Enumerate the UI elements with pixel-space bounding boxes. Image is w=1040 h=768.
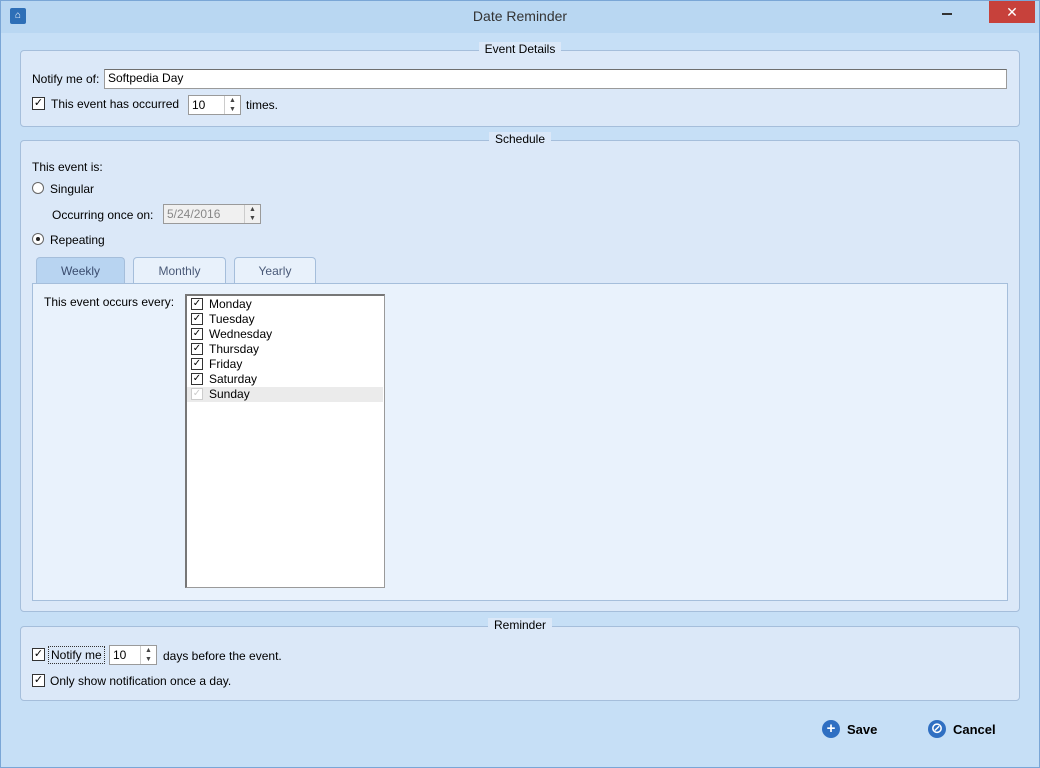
monday-label: Monday [209, 297, 252, 311]
minimize-button[interactable] [933, 1, 961, 23]
weekly-tab-panel [32, 283, 1008, 601]
tab-yearly[interactable]: Yearly [234, 257, 316, 284]
occurring-date-value: 5/24/2016 [167, 207, 221, 221]
title-bar: ⌂ Date Reminder ✕ [1, 1, 1039, 33]
notify-me-of-label: Notify me of: [32, 72, 100, 86]
notify-me-of-input[interactable]: Softpedia Day [104, 69, 1007, 89]
repeating-label: Repeating [50, 233, 105, 247]
save-label: Save [847, 721, 878, 737]
save-button[interactable]: + Save [822, 717, 877, 741]
wednesday-label: Wednesday [209, 327, 273, 341]
spin-up-icon[interactable]: ▲ [225, 96, 240, 105]
friday-checkbox[interactable] [191, 358, 203, 370]
minimize-icon [942, 13, 952, 15]
reminder-group: Reminder [20, 618, 1020, 701]
days-before-label: days before the event. [163, 649, 282, 663]
occurs-every-label: This event occurs every: [44, 295, 175, 309]
occurred-count-spinner[interactable]: 10 ▲ ▼ [188, 95, 241, 115]
thursday-label: Thursday [209, 342, 260, 356]
occurred-count-value: 10 [192, 98, 206, 112]
sunday-checkbox[interactable] [191, 388, 203, 400]
tab-weekly[interactable]: Weekly [36, 257, 125, 284]
tuesday-label: Tuesday [209, 312, 255, 326]
friday-label: Friday [209, 357, 243, 371]
date-up-icon[interactable]: ▲ [245, 205, 260, 214]
saturday-label: Saturday [209, 372, 258, 386]
repeating-radio[interactable] [32, 233, 44, 245]
days-up-icon[interactable]: ▲ [141, 646, 156, 655]
weekday-list[interactable]: Monday Tuesday Wednesday Thursday Friday… [185, 294, 385, 588]
event-occurred-checkbox[interactable] [32, 97, 45, 110]
reminder-heading: Reminder [487, 618, 553, 632]
window-title: Date Reminder [472, 8, 568, 24]
times-label: times. [246, 98, 279, 112]
tuesday-checkbox[interactable] [191, 313, 203, 325]
once-a-day-checkbox[interactable] [32, 674, 45, 687]
days-before-value: 10 [113, 648, 127, 662]
event-occurred-label: This event has occurred [51, 97, 180, 111]
notify-me-label: Notify me [48, 646, 105, 664]
cancel-button[interactable]: ⊘ Cancel [928, 717, 996, 741]
spin-down-icon[interactable]: ▼ [225, 105, 240, 114]
plus-circle-icon: + [822, 720, 840, 738]
list-item-monday[interactable]: Monday [187, 297, 383, 312]
singular-radio[interactable] [32, 182, 44, 194]
event-details-heading: Event Details [478, 42, 562, 56]
thursday-checkbox[interactable] [191, 343, 203, 355]
list-item-thursday[interactable]: Thursday [187, 342, 383, 357]
days-before-spinner[interactable]: 10 ▲ ▼ [109, 645, 157, 665]
days-down-icon[interactable]: ▼ [141, 655, 156, 664]
sunday-label: Sunday [209, 387, 250, 401]
occurring-once-label: Occurring once on: [52, 208, 154, 222]
wednesday-checkbox[interactable] [191, 328, 203, 340]
close-button[interactable]: ✕ [989, 1, 1035, 23]
cancel-label: Cancel [953, 721, 996, 737]
date-down-icon[interactable]: ▼ [245, 214, 260, 223]
list-item-saturday[interactable]: Saturday [187, 372, 383, 387]
once-a-day-label: Only show notification once a day. [50, 674, 232, 688]
list-item-tuesday[interactable]: Tuesday [187, 312, 383, 327]
occurring-date-picker[interactable]: 5/24/2016 ▲ ▼ [163, 204, 261, 224]
list-item-wednesday[interactable]: Wednesday [187, 327, 383, 342]
list-item-friday[interactable]: Friday [187, 357, 383, 372]
list-item-sunday[interactable]: Sunday [187, 387, 383, 402]
singular-label: Singular [50, 182, 95, 196]
event-is-label: This event is: [32, 160, 103, 174]
close-icon: ✕ [1006, 4, 1018, 20]
schedule-heading: Schedule [488, 132, 552, 146]
cancel-circle-icon: ⊘ [928, 720, 946, 738]
saturday-checkbox[interactable] [191, 373, 203, 385]
monday-checkbox[interactable] [191, 298, 203, 310]
notify-me-checkbox[interactable] [32, 648, 45, 661]
tab-monthly[interactable]: Monthly [133, 257, 226, 284]
